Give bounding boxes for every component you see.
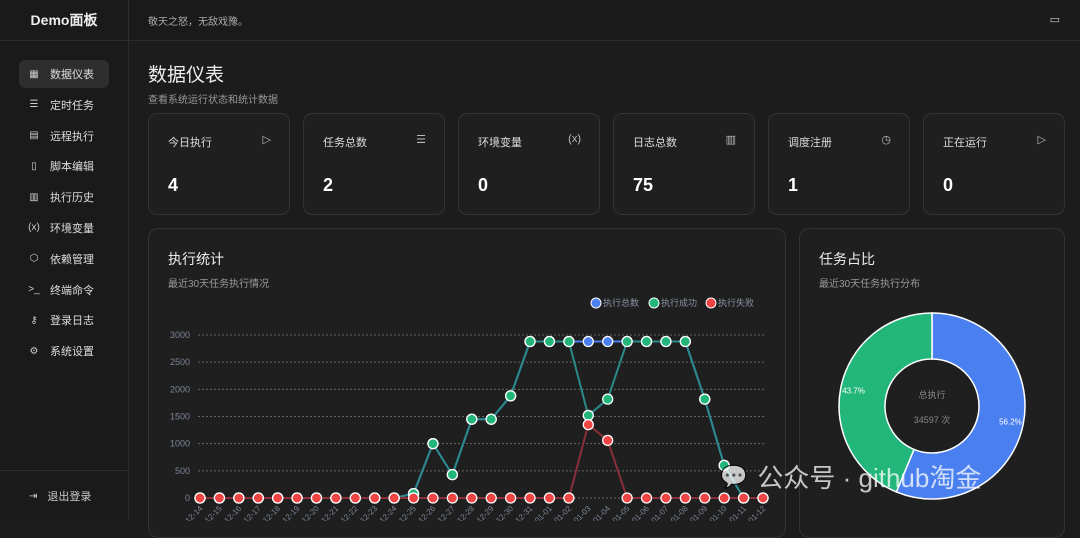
page-subtitle: 查看系统运行状态和统计数据 [148,95,278,106]
clock-icon: ◷ [881,134,891,146]
server-icon: ▤ [29,130,39,142]
sidebar-item-label: 环境变量 [50,222,94,235]
logout-icon: ⇥ [29,490,38,502]
stat-card: 调度注册 ◷ 1 [768,113,910,215]
motto-text: 敬天之怒，无敌戏豫。 [148,16,248,28]
scroll-icon: ▥ [29,191,39,203]
package-icon: ⬡ [29,253,39,265]
variable-icon: (x) [568,133,581,145]
variable-icon: (x) [28,222,40,234]
sidebar-item[interactable]: ☰ 定时任务 [19,91,109,119]
stat-label: 正在运行 [943,137,987,149]
sidebar-item[interactable]: >_ 终端命令 [19,276,109,304]
topbar: 敬天之怒，无敌戏豫。 ▭ [129,0,1080,41]
sidebar: Demo面板 ▦ 数据仪表 ☰ 定时任务 ▤ 远程执行 ▯ 脚本编辑 ▥ 执行历史 (x) 环境变量 ⬡… [0,0,129,521]
stat-value: 1 [788,175,799,195]
sidebar-item[interactable]: ⚙ 系统设置 [19,337,109,365]
stat-cards: 今日执行 ▷ 4 任务总数 ☰ 2 环境变量 (x) 0 日志总数 ▥ 75 调度注册 ◷ 1 正在运行 ▷ 0 [148,113,1065,215]
sidebar-nav: ▦ 数据仪表 ☰ 定时任务 ▤ 远程执行 ▯ 脚本编辑 ▥ 执行历史 (x) 环境变量 ⬡ 依赖管理 >_ 终… [0,41,128,365]
watermark: 💬 公众号 · github淘金 [720,458,981,495]
sidebar-item-label: 脚本编辑 [50,161,94,174]
logout-label: 退出登录 [47,491,92,503]
wechat-icon: 💬 [720,463,748,489]
stat-value: 0 [943,175,954,195]
page-title: 数据仪表 [148,65,225,86]
exec-stats-subtitle: 最近30天任务执行情况 [168,279,270,290]
file-code-icon: ▯ [31,160,37,172]
key-icon: ⚷ [30,314,38,326]
brand-logo: Demo面板 [0,0,128,41]
terminal-icon: >_ [28,284,40,296]
stat-label: 调度注册 [788,137,832,149]
stat-card: 今日执行 ▷ 4 [148,113,290,215]
task-list-icon: ☰ [416,134,426,146]
stat-card: 任务总数 ☰ 2 [303,113,445,215]
sidebar-item[interactable]: ▯ 脚本编辑 [19,152,109,180]
sidebar-item[interactable]: ⚷ 登录日志 [19,306,109,334]
task-ratio-title: 任务占比 [819,251,875,267]
sidebar-item[interactable]: ▥ 执行历史 [19,183,109,211]
stat-label: 日志总数 [633,137,677,149]
sidebar-item-label: 数据仪表 [50,69,94,81]
sidebar-item-label: 系统设置 [50,346,94,359]
scroll-icon: ▥ [725,134,736,146]
stat-label: 今日执行 [168,137,212,149]
sidebar-item-label: 定时任务 [50,99,94,112]
stat-value: 0 [478,175,489,195]
watermark-text: 公众号 · github淘金 [757,463,982,493]
stat-card: 正在运行 ▷ 0 [923,113,1065,215]
monitor-icon[interactable]: ▭ [1050,13,1060,26]
stat-label: 任务总数 [323,137,367,149]
sidebar-item[interactable]: ▤ 远程执行 [19,122,109,150]
play-icon: ▷ [262,134,271,146]
stat-label: 环境变量 [478,137,522,149]
stat-card: 环境变量 (x) 0 [458,113,600,215]
play-icon: ▷ [1037,134,1046,146]
stat-value: 75 [633,175,654,195]
sidebar-item[interactable]: ⬡ 依赖管理 [19,245,109,273]
task-ratio-subtitle: 最近30天任务执行分布 [819,279,921,290]
task-list-icon: ☰ [29,99,39,111]
sidebar-item-label: 登录日志 [50,315,94,328]
exec-stats-panel: 执行统计 最近30天任务执行情况 [148,228,786,538]
sidebar-item-label: 远程执行 [50,130,94,143]
sidebar-item[interactable]: ▦ 数据仪表 [19,60,109,88]
exec-stats-title: 执行统计 [168,251,224,267]
page-header: 数据仪表 查看系统运行状态和统计数据 [148,60,278,106]
logout-button[interactable]: ⇥ 退出登录 [0,470,128,521]
sidebar-item-label: 依赖管理 [50,253,94,266]
stat-card: 日志总数 ▥ 75 [613,113,755,215]
stat-value: 2 [323,175,334,195]
sidebar-item[interactable]: (x) 环境变量 [19,214,109,242]
sidebar-item-label: 终端命令 [50,284,94,297]
dashboard-icon: ▦ [29,68,39,80]
sidebar-item-label: 执行历史 [50,192,94,205]
gear-icon: ⚙ [29,345,39,357]
stat-value: 4 [168,175,179,195]
